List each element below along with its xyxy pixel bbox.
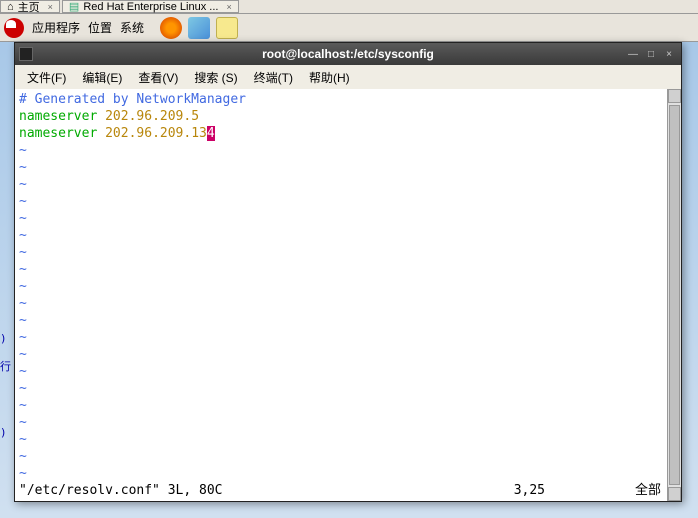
close-icon[interactable]: × xyxy=(226,2,231,12)
tilde-line: ~ xyxy=(19,279,27,294)
scroll-up-button[interactable] xyxy=(668,89,681,103)
tilde-line: ~ xyxy=(19,211,27,226)
maximize-button[interactable]: □ xyxy=(643,47,659,61)
tilde-line: ~ xyxy=(19,432,27,447)
taskbar-label: 主页 xyxy=(18,0,40,15)
panel-launchers xyxy=(160,17,238,39)
status-filename: "/etc/resolv.conf" 3L, 80C xyxy=(19,482,223,499)
panel: 应用程序 位置 系统 xyxy=(0,14,698,42)
tilde-line: ~ xyxy=(19,296,27,311)
tilde-line: ~ xyxy=(19,415,27,430)
tilde-line: ~ xyxy=(19,245,27,260)
menu-help[interactable]: 帮助(H) xyxy=(305,67,354,88)
scrollbar[interactable] xyxy=(667,89,681,501)
menubar: 文件(F) 编辑(E) 查看(V) 搜索 (S) 终端(T) 帮助(H) xyxy=(15,65,681,89)
menu-search[interactable]: 搜索 (S) xyxy=(190,67,241,88)
close-button[interactable]: × xyxy=(661,47,677,61)
window-controls: — □ × xyxy=(625,47,677,61)
browser-icon[interactable] xyxy=(188,17,210,39)
tilde-line: ~ xyxy=(19,347,27,362)
tilde-line: ~ xyxy=(19,466,27,481)
minimize-button[interactable]: — xyxy=(625,47,641,61)
taskbar-item-home[interactable]: ⌂ 主页 × xyxy=(0,0,60,13)
terminal-window: root@localhost:/etc/sysconfig — □ × 文件(F… xyxy=(14,42,682,502)
scroll-thumb[interactable] xyxy=(669,105,680,485)
tilde-line: ~ xyxy=(19,228,27,243)
taskbar-item-rhel[interactable]: ▤ Red Hat Enterprise Linux ... × xyxy=(62,0,239,13)
menu-terminal[interactable]: 终端(T) xyxy=(250,67,297,88)
titlebar[interactable]: root@localhost:/etc/sysconfig — □ × xyxy=(15,43,681,65)
redhat-logo-icon[interactable] xyxy=(4,18,24,38)
tilde-line: ~ xyxy=(19,398,27,413)
terminal-icon xyxy=(19,47,33,61)
status-percent: 全部 xyxy=(635,482,661,499)
editor-line: # Generated by NetworkManager xyxy=(19,92,246,107)
close-icon[interactable]: × xyxy=(48,2,53,12)
terminal-content[interactable]: # Generated by NetworkManager nameserver… xyxy=(15,89,667,501)
vim-status-line: "/etc/resolv.conf" 3L, 80C 3,25 全部 xyxy=(19,482,665,499)
menu-system[interactable]: 系统 xyxy=(120,19,144,36)
tilde-line: ~ xyxy=(19,381,27,396)
tilde-line: ~ xyxy=(19,330,27,345)
notes-icon[interactable] xyxy=(216,17,238,39)
tilde-line: ~ xyxy=(19,313,27,328)
tilde-line: ~ xyxy=(19,262,27,277)
menu-edit[interactable]: 编辑(E) xyxy=(78,67,126,88)
menu-applications[interactable]: 应用程序 xyxy=(32,19,80,36)
document-icon: ▤ xyxy=(69,0,79,13)
scroll-down-button[interactable] xyxy=(668,487,681,501)
tilde-line: ~ xyxy=(19,364,27,379)
tilde-line: ~ xyxy=(19,177,27,192)
cursor: 4 xyxy=(207,126,215,141)
status-position: 3,25 xyxy=(514,482,545,499)
menu-file[interactable]: 文件(F) xyxy=(23,67,70,88)
background-text: )行) xyxy=(0,332,8,345)
tilde-line: ~ xyxy=(19,160,27,175)
home-icon: ⌂ xyxy=(7,1,14,13)
firefox-icon[interactable] xyxy=(160,17,182,39)
menu-view[interactable]: 查看(V) xyxy=(134,67,182,88)
editor-value: 202.96.209.13 xyxy=(105,126,207,141)
menu-places[interactable]: 位置 xyxy=(88,19,112,36)
editor-value: 202.96.209.5 xyxy=(105,109,199,124)
editor-keyword: nameserver xyxy=(19,126,97,141)
taskbar: ⌂ 主页 × ▤ Red Hat Enterprise Linux ... × xyxy=(0,0,698,14)
tilde-line: ~ xyxy=(19,449,27,464)
tilde-line: ~ xyxy=(19,194,27,209)
terminal-body[interactable]: # Generated by NetworkManager nameserver… xyxy=(15,89,681,501)
taskbar-label: Red Hat Enterprise Linux ... xyxy=(83,1,218,13)
editor-keyword: nameserver xyxy=(19,109,97,124)
tilde-line: ~ xyxy=(19,143,27,158)
window-title: root@localhost:/etc/sysconfig xyxy=(262,47,434,61)
